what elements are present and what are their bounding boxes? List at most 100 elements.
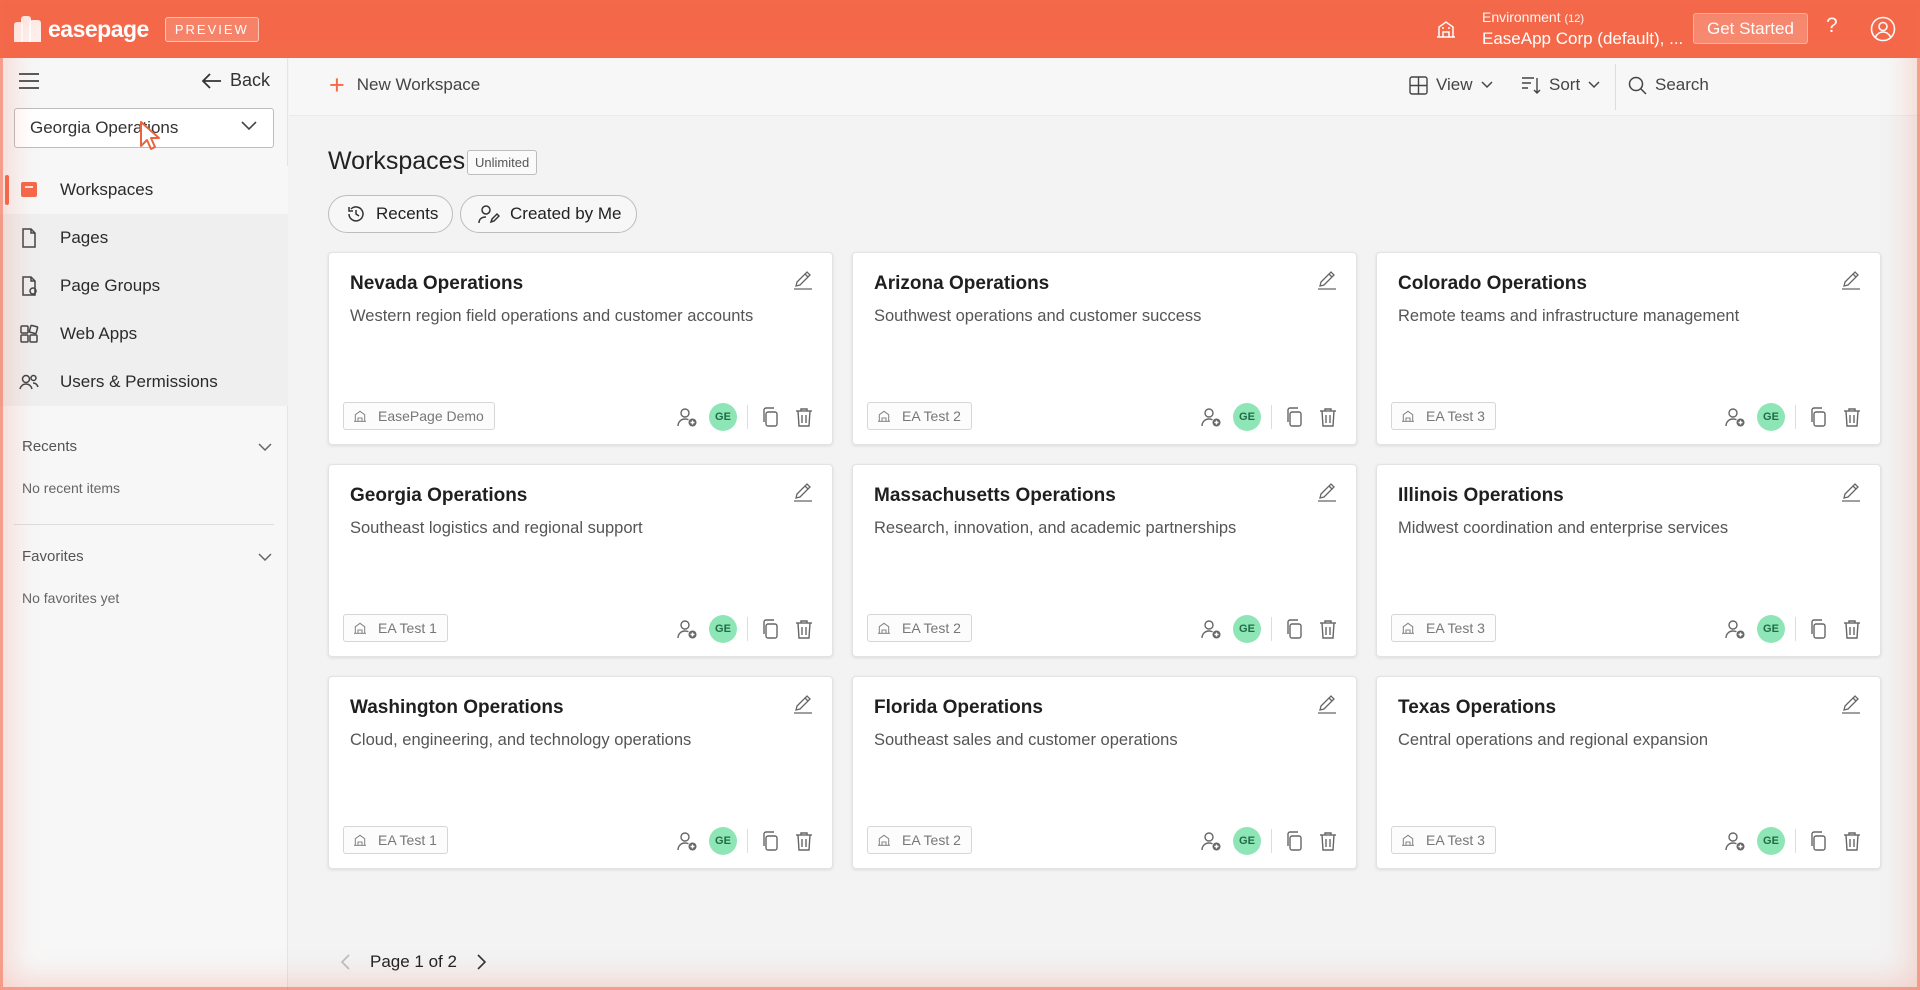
favorites-section-header[interactable]: Favorites: [22, 548, 272, 565]
copy-icon[interactable]: [760, 619, 780, 639]
add-user-icon[interactable]: [676, 406, 698, 428]
avatar[interactable]: GE: [1233, 827, 1261, 855]
trash-icon[interactable]: [794, 831, 814, 851]
workspace-card[interactable]: Florida Operations Southeast sales and c…: [852, 676, 1357, 869]
trash-icon[interactable]: [1318, 407, 1338, 427]
view-label: View: [1436, 75, 1473, 94]
copy-icon[interactable]: [760, 407, 780, 427]
workspace-card-title: Florida Operations: [874, 697, 1043, 718]
environment-tag: EA Test 3: [1391, 614, 1496, 642]
edit-icon[interactable]: [1316, 483, 1338, 503]
avatar[interactable]: GE: [1233, 403, 1261, 431]
copy-icon[interactable]: [1808, 831, 1828, 851]
environment-tag-label: EasePage Demo: [378, 408, 484, 424]
trash-icon[interactable]: [794, 619, 814, 639]
edit-icon[interactable]: [1316, 271, 1338, 291]
trash-icon[interactable]: [1318, 619, 1338, 639]
environment-tag: EA Test 3: [1391, 826, 1496, 854]
avatar[interactable]: GE: [1757, 615, 1785, 643]
get-started-button[interactable]: Get Started: [1693, 13, 1808, 44]
next-page-icon[interactable]: [477, 954, 487, 970]
avatar[interactable]: GE: [709, 827, 737, 855]
help-icon[interactable]: ?: [1826, 14, 1838, 38]
sidebar-item-label: Page Groups: [60, 276, 161, 295]
back-button[interactable]: Back: [202, 70, 270, 91]
back-label: Back: [230, 70, 271, 90]
add-user-icon[interactable]: [1724, 406, 1746, 428]
filter-recents-chip[interactable]: Recents: [328, 195, 454, 233]
workspace-card[interactable]: Arizona Operations Southwest operations …: [852, 252, 1357, 445]
preview-badge: PREVIEW: [164, 16, 259, 42]
environment-tag: EA Test 2: [867, 402, 972, 430]
search-input[interactable]: Search: [1628, 75, 1709, 95]
avatar[interactable]: GE: [1233, 615, 1261, 643]
avatar[interactable]: GE: [1757, 403, 1785, 431]
building-icon: [354, 410, 366, 422]
edit-icon[interactable]: [1840, 483, 1862, 503]
avatar[interactable]: GE: [709, 615, 737, 643]
workspace-card[interactable]: Massachusetts Operations Research, innov…: [852, 464, 1357, 657]
copy-icon[interactable]: [760, 831, 780, 851]
building-icon: [1437, 21, 1455, 38]
chevron-down-icon: [241, 121, 257, 131]
copy-icon[interactable]: [1808, 407, 1828, 427]
sidebar-item-web-apps[interactable]: Web Apps: [0, 310, 288, 358]
workspace-card[interactable]: Texas Operations Central operations and …: [1376, 676, 1881, 869]
add-user-icon[interactable]: [1724, 830, 1746, 852]
sidebar-item-workspaces[interactable]: Workspaces: [0, 166, 288, 214]
workspace-card[interactable]: Georgia Operations Southeast logistics a…: [328, 464, 833, 657]
trash-icon[interactable]: [1318, 831, 1338, 851]
add-user-icon[interactable]: [1200, 406, 1222, 428]
add-user-icon[interactable]: [676, 830, 698, 852]
edit-icon[interactable]: [1316, 695, 1338, 715]
edit-icon[interactable]: [792, 271, 814, 291]
trash-icon[interactable]: [1842, 831, 1862, 851]
trash-icon[interactable]: [794, 407, 814, 427]
plus-icon: +: [329, 70, 345, 100]
card-actions: GE: [676, 403, 814, 431]
trash-icon[interactable]: [1842, 619, 1862, 639]
sidebar-item-users-permissions[interactable]: Users & Permissions: [0, 358, 288, 406]
add-user-icon[interactable]: [1200, 618, 1222, 640]
avatar[interactable]: GE: [1757, 827, 1785, 855]
sidebar-nav: Workspaces Pages Page Groups Web Apps Us…: [0, 166, 288, 406]
edit-icon[interactable]: [1840, 695, 1862, 715]
copy-icon[interactable]: [1284, 831, 1304, 851]
workspace-card[interactable]: Washington Operations Cloud, engineering…: [328, 676, 833, 869]
new-workspace-label: New Workspace: [356, 75, 481, 94]
edit-icon[interactable]: [792, 695, 814, 715]
copy-icon[interactable]: [1284, 619, 1304, 639]
actions-divider: [747, 829, 748, 853]
web-apps-icon: [20, 324, 39, 343]
card-actions: GE: [1724, 403, 1862, 431]
previous-page-icon[interactable]: [340, 954, 350, 970]
workspace-card[interactable]: Illinois Operations Midwest coordination…: [1376, 464, 1881, 657]
logo-text: easepage: [48, 15, 149, 42]
account-icon[interactable]: [1870, 16, 1896, 42]
page-icon: [22, 228, 36, 248]
copy-icon[interactable]: [1808, 619, 1828, 639]
logo-mark-icon: [14, 16, 44, 42]
new-workspace-button[interactable]: + New Workspace: [329, 70, 481, 100]
sort-button[interactable]: Sort: [1521, 75, 1600, 95]
avatar[interactable]: GE: [709, 403, 737, 431]
environment-tag-label: EA Test 2: [902, 832, 961, 848]
workspace-card[interactable]: Colorado Operations Remote teams and inf…: [1376, 252, 1881, 445]
view-button[interactable]: View: [1409, 75, 1493, 95]
recents-section-header[interactable]: Recents: [22, 438, 272, 455]
edit-icon[interactable]: [1840, 271, 1862, 291]
filter-label: Recents: [376, 204, 439, 223]
workspace-card[interactable]: Nevada Operations Western region field o…: [328, 252, 833, 445]
trash-icon[interactable]: [1842, 407, 1862, 427]
hamburger-menu-icon[interactable]: [18, 72, 40, 90]
add-user-icon[interactable]: [1200, 830, 1222, 852]
copy-icon[interactable]: [1284, 407, 1304, 427]
sidebar-item-page-groups[interactable]: Page Groups: [0, 262, 288, 310]
filter-created-by-me-chip[interactable]: Created by Me: [460, 195, 637, 233]
add-user-icon[interactable]: [676, 618, 698, 640]
edit-icon[interactable]: [792, 483, 814, 503]
environment-switcher[interactable]: Environment (12) EaseApp Corp (default),…: [1434, 8, 1683, 50]
add-user-icon[interactable]: [1724, 618, 1746, 640]
logo[interactable]: easepage: [14, 16, 149, 43]
sidebar-item-pages[interactable]: Pages: [0, 214, 288, 262]
